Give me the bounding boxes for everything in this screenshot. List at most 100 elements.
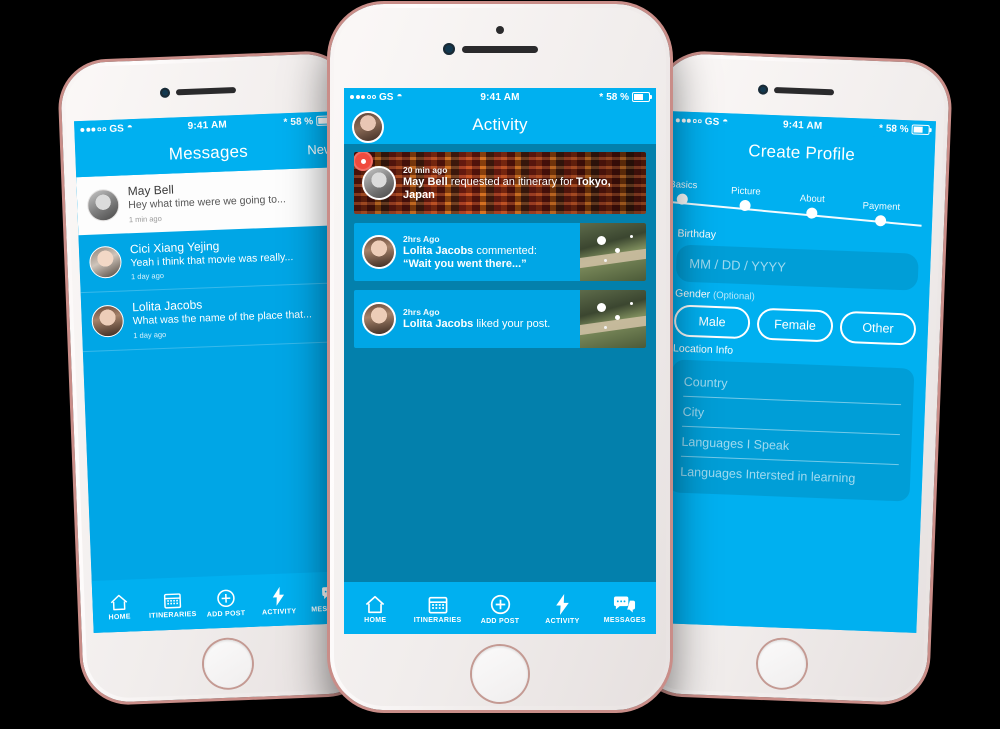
activity-card-body: 2hrs Ago Lolita Jacobs liked your post. bbox=[354, 290, 580, 348]
activity-message: Lolita Jacobs commented: bbox=[403, 245, 537, 258]
battery-percent-label: 58 % bbox=[885, 122, 909, 135]
activity-message: Lolita Jacobs liked your post. bbox=[403, 318, 550, 331]
gender-option-female[interactable]: Female bbox=[756, 307, 834, 343]
country-input[interactable]: Country bbox=[683, 369, 903, 406]
conversation-text: Lolita Jacobs What was the name of the p… bbox=[132, 294, 313, 340]
home-icon bbox=[110, 594, 128, 610]
activity-card-body: 2hrs Ago Lolita Jacobs commented: “Wait … bbox=[354, 223, 580, 281]
activity-card-comment[interactable]: 2hrs Ago Lolita Jacobs commented: “Wait … bbox=[354, 223, 646, 281]
step-label: Payment bbox=[862, 200, 901, 213]
landscape-photo bbox=[580, 290, 646, 348]
earpiece-speaker bbox=[462, 46, 538, 53]
activity-feed: 20 min ago May Bell requested an itinera… bbox=[344, 144, 656, 634]
bluetooth-icon: * bbox=[599, 91, 604, 103]
wifi-icon: ◓ bbox=[126, 122, 134, 134]
avatar bbox=[362, 166, 396, 200]
mockup-stage: GS ◓ 9:41 AM * 58 % Messages New May Bel… bbox=[0, 0, 1000, 729]
tab-label: ITINERARIES bbox=[413, 616, 462, 624]
clock-label: 9:41 AM bbox=[187, 118, 228, 132]
tab-add-post[interactable]: ADD POST bbox=[199, 587, 253, 618]
birthday-section: Birthday MM / DD / YYYY Gender (Optional… bbox=[656, 227, 932, 502]
center-screen: GS ◓ 9:41 AM * 58 % Activity 20 min ago … bbox=[344, 88, 656, 634]
avatar[interactable] bbox=[352, 111, 384, 143]
activity-card-body: 20 min ago May Bell requested an itinera… bbox=[354, 152, 646, 214]
signal-dots-icon bbox=[80, 127, 106, 133]
activity-card-hero[interactable]: 20 min ago May Bell requested an itinera… bbox=[354, 152, 646, 214]
plus-circle-icon bbox=[216, 589, 235, 607]
gender-option-other[interactable]: Other bbox=[839, 310, 917, 346]
status-bar-right: * 58 % bbox=[227, 115, 335, 130]
tab-itineraries[interactable]: ITINERARIES bbox=[145, 590, 199, 619]
list-item[interactable]: Lolita Jacobs What was the name of the p… bbox=[80, 283, 349, 353]
step-about[interactable]: About bbox=[799, 193, 825, 219]
step-basics[interactable]: Basics bbox=[669, 179, 698, 205]
step-dot bbox=[739, 199, 752, 212]
conversation-text: Cici Xiang Yejing Yeah i think that movi… bbox=[130, 236, 294, 281]
carrier-label: GS bbox=[704, 115, 720, 128]
step-payment[interactable]: Payment bbox=[862, 201, 900, 227]
activity-time: 20 min ago bbox=[403, 164, 448, 175]
home-button[interactable] bbox=[472, 646, 528, 702]
tab-messages[interactable]: MESSAGES bbox=[594, 595, 656, 624]
list-item[interactable]: May Bell Hey what time were we going to.… bbox=[76, 167, 345, 235]
tab-label: ITINERARIES bbox=[148, 610, 197, 620]
activity-time: 2hrs Ago bbox=[403, 233, 440, 244]
activity-quote: “Wait you went there...” bbox=[403, 258, 537, 271]
list-item[interactable]: Cici Xiang Yejing Yeah i think that movi… bbox=[78, 224, 347, 294]
step-picture[interactable]: Picture bbox=[730, 185, 761, 212]
location-panel: Country City Languages I Speak Languages… bbox=[667, 359, 915, 502]
bottom-tabbar: HOME ITINERARIES ADD POST ACTIVITY MESSA… bbox=[91, 570, 360, 633]
signal-dots-icon bbox=[350, 95, 376, 99]
tab-activity[interactable]: ACTIVITY bbox=[252, 585, 306, 616]
tab-activity[interactable]: ACTIVITY bbox=[531, 593, 593, 625]
activity-text: 20 min ago May Bell requested an itinera… bbox=[403, 165, 638, 202]
activity-time: 2hrs Ago bbox=[403, 307, 440, 317]
activity-action: requested an itinerary for bbox=[447, 175, 577, 188]
landscape-photo bbox=[580, 223, 646, 281]
tab-label: HOME bbox=[364, 616, 387, 624]
page-title: Messages bbox=[168, 141, 249, 164]
status-bar-left: GS ◓ bbox=[80, 120, 188, 135]
phone-left-messages: GS ◓ 9:41 AM * 58 % Messages New May Bel… bbox=[59, 52, 375, 704]
tab-label: ADD POST bbox=[206, 609, 246, 619]
step-label: About bbox=[799, 193, 825, 206]
calendar-icon bbox=[163, 592, 181, 609]
tab-home[interactable]: HOME bbox=[92, 592, 146, 621]
activity-quote-text: “Wait you went there...” bbox=[403, 257, 527, 270]
progress-stepper: Basics Picture About Payment bbox=[666, 167, 934, 231]
activity-message: May Bell requested an itinerary for Toky… bbox=[403, 176, 638, 202]
step-label: Basics bbox=[669, 179, 698, 192]
home-icon bbox=[366, 595, 385, 613]
battery-percent-label: 58 % bbox=[606, 91, 629, 103]
conversation-text: May Bell Hey what time were we going to.… bbox=[127, 178, 286, 224]
gender-options: Male Female Other bbox=[673, 304, 917, 346]
front-camera-icon bbox=[443, 43, 455, 55]
tab-itineraries[interactable]: ITINERARIES bbox=[406, 595, 468, 624]
tab-add-post[interactable]: ADD POST bbox=[469, 594, 531, 625]
bottom-tabbar: HOME ITINERARIES ADD POST ACTIVITY MESSA… bbox=[344, 582, 656, 634]
tab-home[interactable]: HOME bbox=[344, 595, 406, 624]
battery-icon bbox=[632, 92, 652, 102]
wifi-icon: ◓ bbox=[722, 116, 729, 128]
plus-circle-icon bbox=[490, 594, 510, 614]
avatar bbox=[362, 235, 396, 269]
birthday-input[interactable]: MM / DD / YYYY bbox=[675, 244, 919, 291]
step-label: Picture bbox=[730, 185, 761, 198]
avatar bbox=[91, 304, 125, 338]
activity-text: 2hrs Ago Lolita Jacobs liked your post. bbox=[403, 307, 550, 331]
languages-learning-input[interactable]: Languages Intersted in learning bbox=[680, 460, 899, 494]
status-bar: GS ◓ 9:41 AM * 58 % bbox=[344, 88, 656, 106]
gender-option-male[interactable]: Male bbox=[673, 304, 751, 340]
bluetooth-icon: * bbox=[878, 122, 884, 134]
avatar bbox=[86, 188, 120, 222]
tab-label: MESSAGES bbox=[603, 616, 646, 624]
activity-action: liked your post. bbox=[473, 318, 551, 331]
gender-label-text: Gender bbox=[674, 287, 711, 301]
carrier-label: GS bbox=[109, 122, 125, 135]
gender-optional-text: (Optional) bbox=[712, 289, 755, 303]
city-input[interactable]: City bbox=[682, 399, 901, 436]
sensor-dot-icon bbox=[496, 26, 504, 34]
activity-card-like[interactable]: 2hrs Ago Lolita Jacobs liked your post. bbox=[354, 290, 646, 348]
languages-spoken-input[interactable]: Languages I Speak bbox=[680, 429, 900, 466]
conversation-list: May Bell Hey what time were we going to.… bbox=[76, 167, 360, 633]
